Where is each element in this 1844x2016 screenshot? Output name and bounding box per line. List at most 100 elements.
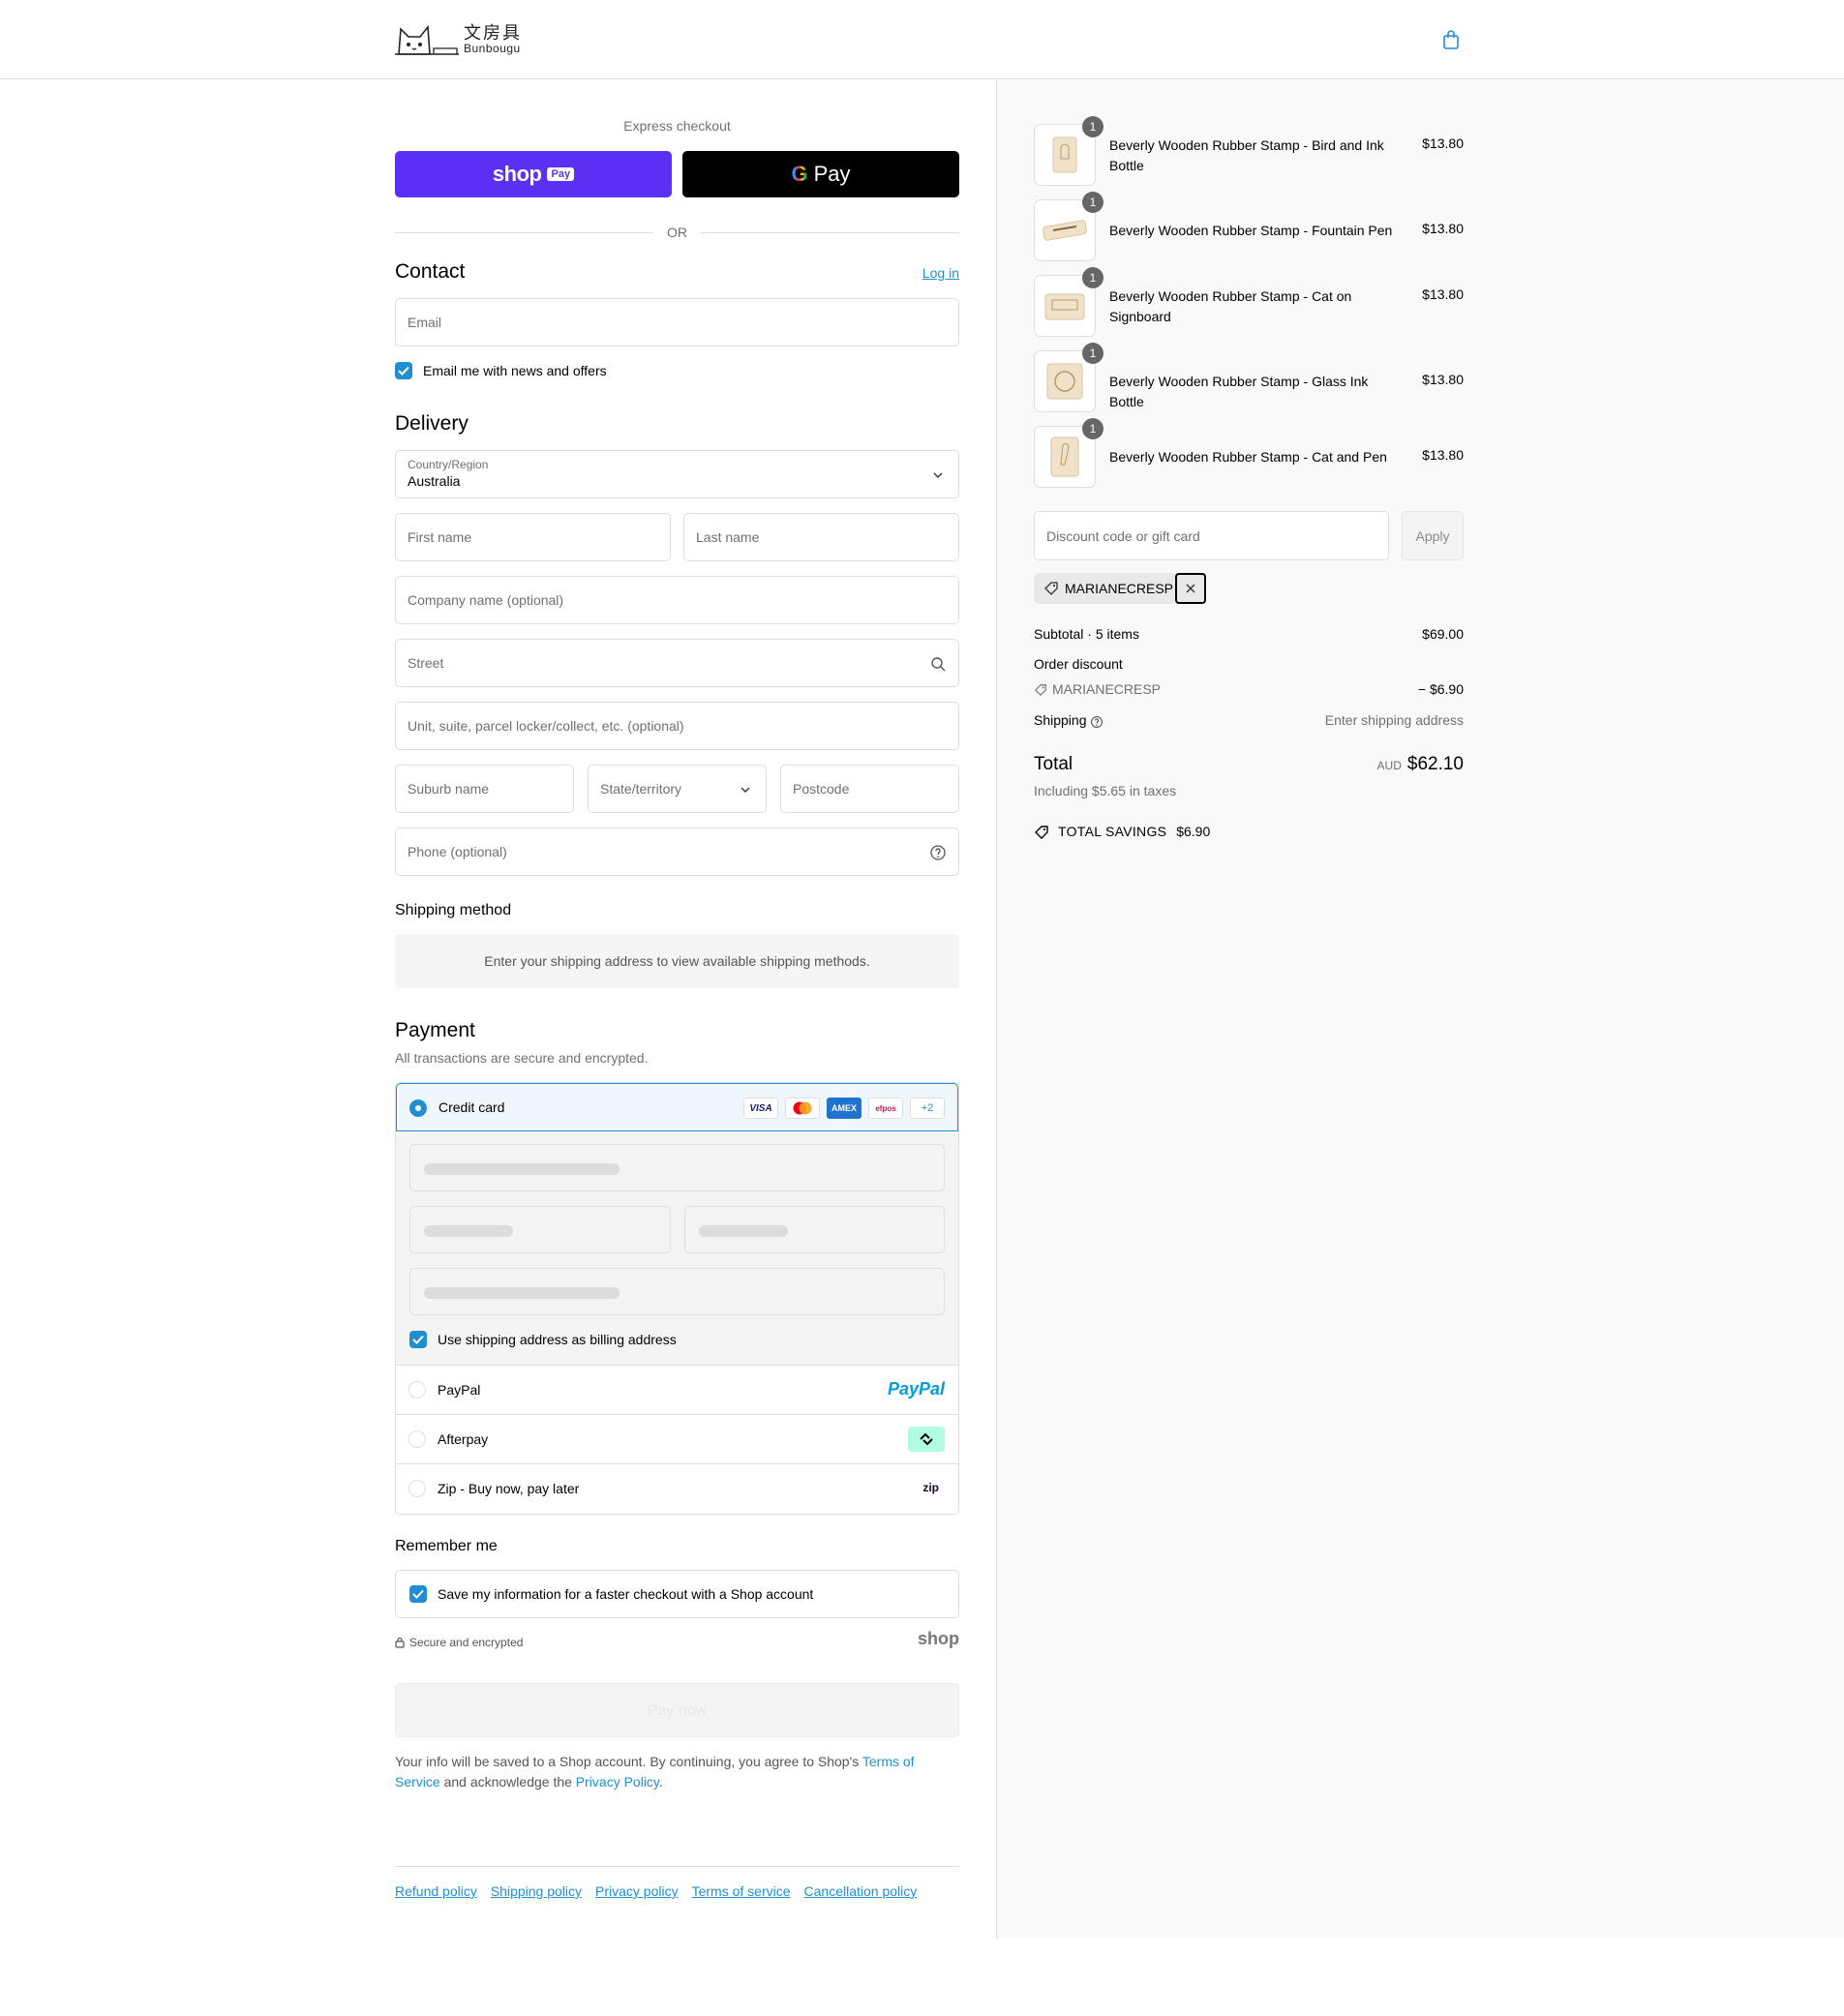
product-name: Beverly Wooden Rubber Stamp - Fountain P… xyxy=(1109,223,1393,238)
zip-logo: zip xyxy=(922,1481,939,1494)
credit-card-option[interactable]: Credit card VISA AMEX efpos +2 xyxy=(396,1083,958,1131)
subtotal-label: Subtotal · 5 items xyxy=(1034,626,1139,642)
google-pay-label: Pay xyxy=(813,162,851,186)
discount-code-input[interactable]: Discount code or gift card xyxy=(1034,511,1389,560)
country-select[interactable]: Country/Region Australia xyxy=(395,450,959,498)
total-savings-value: $6.90 xyxy=(1176,824,1211,839)
last-name-field[interactable]: Last name xyxy=(683,513,959,561)
cancellation-policy-link[interactable]: Cancellation policy xyxy=(804,1883,918,1899)
visa-icon: VISA xyxy=(743,1098,778,1119)
order-discount-label: Order discount xyxy=(1034,656,1123,672)
chevron-down-icon xyxy=(933,472,943,478)
state-select[interactable]: State/territory xyxy=(588,765,767,813)
first-name-placeholder: First name xyxy=(408,529,472,545)
last-name-placeholder: Last name xyxy=(696,529,760,545)
afterpay-option[interactable]: Afterpay xyxy=(396,1415,958,1464)
pay-now-button[interactable]: Pay now xyxy=(395,1683,959,1737)
legal-text-3: . xyxy=(658,1774,663,1790)
privacy-policy-footer-link[interactable]: Privacy policy xyxy=(595,1883,679,1899)
subtotal-row: Subtotal · 5 items $69.00 xyxy=(1034,626,1464,642)
payment-heading: Payment xyxy=(395,1019,475,1041)
refund-policy-link[interactable]: Refund policy xyxy=(395,1883,477,1899)
google-pay-button[interactable]: G Pay xyxy=(682,151,959,197)
remove-discount-button[interactable] xyxy=(1175,573,1207,604)
save-info-checkbox[interactable] xyxy=(409,1585,427,1603)
quantity-badge: 1 xyxy=(1082,192,1103,213)
store-logo[interactable]: 文房具 Bunbougu xyxy=(395,19,530,58)
suburb-placeholder: Suburb name xyxy=(408,781,490,797)
phone-field[interactable]: Phone (optional) xyxy=(395,827,959,876)
unit-field[interactable]: Unit, suite, parcel locker/collect, etc.… xyxy=(395,702,959,750)
cart-bag-icon[interactable] xyxy=(1442,29,1460,50)
billing-checkbox[interactable] xyxy=(409,1331,427,1348)
paypal-radio[interactable] xyxy=(408,1381,426,1399)
news-checkbox[interactable] xyxy=(395,362,412,379)
line-item: 1 Beverly Wooden Rubber Stamp - Glass In… xyxy=(1034,343,1464,412)
more-cards-badge[interactable]: +2 xyxy=(910,1098,945,1119)
billing-label: Use shipping address as billing address xyxy=(438,1332,677,1347)
close-icon xyxy=(1186,584,1195,593)
help-circle-icon[interactable] xyxy=(929,844,947,861)
zip-radio[interactable] xyxy=(408,1480,426,1497)
credit-card-radio[interactable] xyxy=(409,1099,427,1117)
postcode-field[interactable]: Postcode xyxy=(780,765,959,813)
terms-of-service-footer-link[interactable]: Terms of service xyxy=(692,1883,791,1899)
company-field[interactable]: Company name (optional) xyxy=(395,576,959,624)
postcode-placeholder: Postcode xyxy=(793,781,850,797)
cardholder-skeleton[interactable] xyxy=(409,1268,945,1315)
product-name: Beverly Wooden Rubber Stamp - Bird and I… xyxy=(1109,137,1384,173)
tag-icon xyxy=(1044,582,1058,595)
shipping-method-heading: Shipping method xyxy=(395,902,512,918)
cvv-skeleton[interactable] xyxy=(684,1206,945,1253)
save-info-label: Save my information for a faster checkou… xyxy=(438,1586,814,1602)
discount-row: MARIANECRESP − $6.90 xyxy=(1034,681,1464,697)
express-checkout-title: Express checkout xyxy=(623,118,731,134)
stamp-image-icon xyxy=(1052,136,1077,173)
shipping-row: Shipping Enter shipping address xyxy=(1034,712,1464,728)
quantity-badge: 1 xyxy=(1082,343,1103,364)
total-savings-row: TOTAL SAVINGS $6.90 xyxy=(1034,824,1464,839)
first-name-field[interactable]: First name xyxy=(395,513,671,561)
credit-card-form: Use shipping address as billing address xyxy=(396,1131,958,1366)
check-icon xyxy=(412,1335,424,1344)
line-item: 1 Beverly Wooden Rubber Stamp - Bird and… xyxy=(1034,116,1464,186)
privacy-policy-link[interactable]: Privacy Policy xyxy=(576,1774,659,1790)
contact-heading: Contact xyxy=(395,260,466,283)
or-label: OR xyxy=(667,225,687,240)
zip-option[interactable]: Zip - Buy now, pay later zip xyxy=(396,1464,958,1514)
afterpay-radio[interactable] xyxy=(408,1430,426,1448)
quantity-badge: 1 xyxy=(1082,116,1103,137)
afterpay-logo-icon xyxy=(908,1427,945,1452)
login-link[interactable]: Log in xyxy=(922,265,959,281)
stamp-image-icon xyxy=(1050,436,1079,477)
street-placeholder: Street xyxy=(408,655,444,671)
chevron-down-icon xyxy=(741,787,750,793)
product-price: $13.80 xyxy=(1422,372,1464,387)
stamp-image-icon xyxy=(1044,293,1085,320)
line-item: 1 Beverly Wooden Rubber Stamp - Cat and … xyxy=(1034,418,1464,488)
shipping-method-notice: Enter your shipping address to view avai… xyxy=(395,934,959,988)
suburb-field[interactable]: Suburb name xyxy=(395,765,574,813)
email-field[interactable]: Email xyxy=(395,298,959,346)
paypal-label: PayPal xyxy=(438,1382,481,1398)
street-field[interactable]: Street xyxy=(395,639,959,687)
discount-placeholder: Discount code or gift card xyxy=(1046,527,1200,544)
logo-latin: Bunbougu xyxy=(464,42,521,55)
product-price: $13.80 xyxy=(1422,286,1464,302)
check-icon xyxy=(412,1589,424,1599)
shop-pay-button[interactable]: shop Pay xyxy=(395,151,672,197)
apply-discount-button[interactable]: Apply xyxy=(1402,511,1464,560)
shipping-policy-link[interactable]: Shipping policy xyxy=(491,1883,582,1899)
lock-icon xyxy=(395,1637,405,1648)
product-price: $13.80 xyxy=(1422,135,1464,151)
expiry-skeleton[interactable] xyxy=(409,1206,671,1253)
eftpos-icon: efpos xyxy=(868,1098,903,1119)
legal-notice: Your info will be saved to a Shop accoun… xyxy=(395,1752,959,1792)
secure-label: Secure and encrypted xyxy=(409,1636,524,1649)
help-circle-icon[interactable] xyxy=(1090,715,1103,729)
news-label: Email me with news and offers xyxy=(423,363,607,378)
tag-icon xyxy=(1034,684,1046,697)
stamp-image-icon xyxy=(1046,363,1083,400)
paypal-option[interactable]: PayPal PayPal xyxy=(396,1366,958,1415)
card-number-skeleton[interactable] xyxy=(409,1144,945,1191)
